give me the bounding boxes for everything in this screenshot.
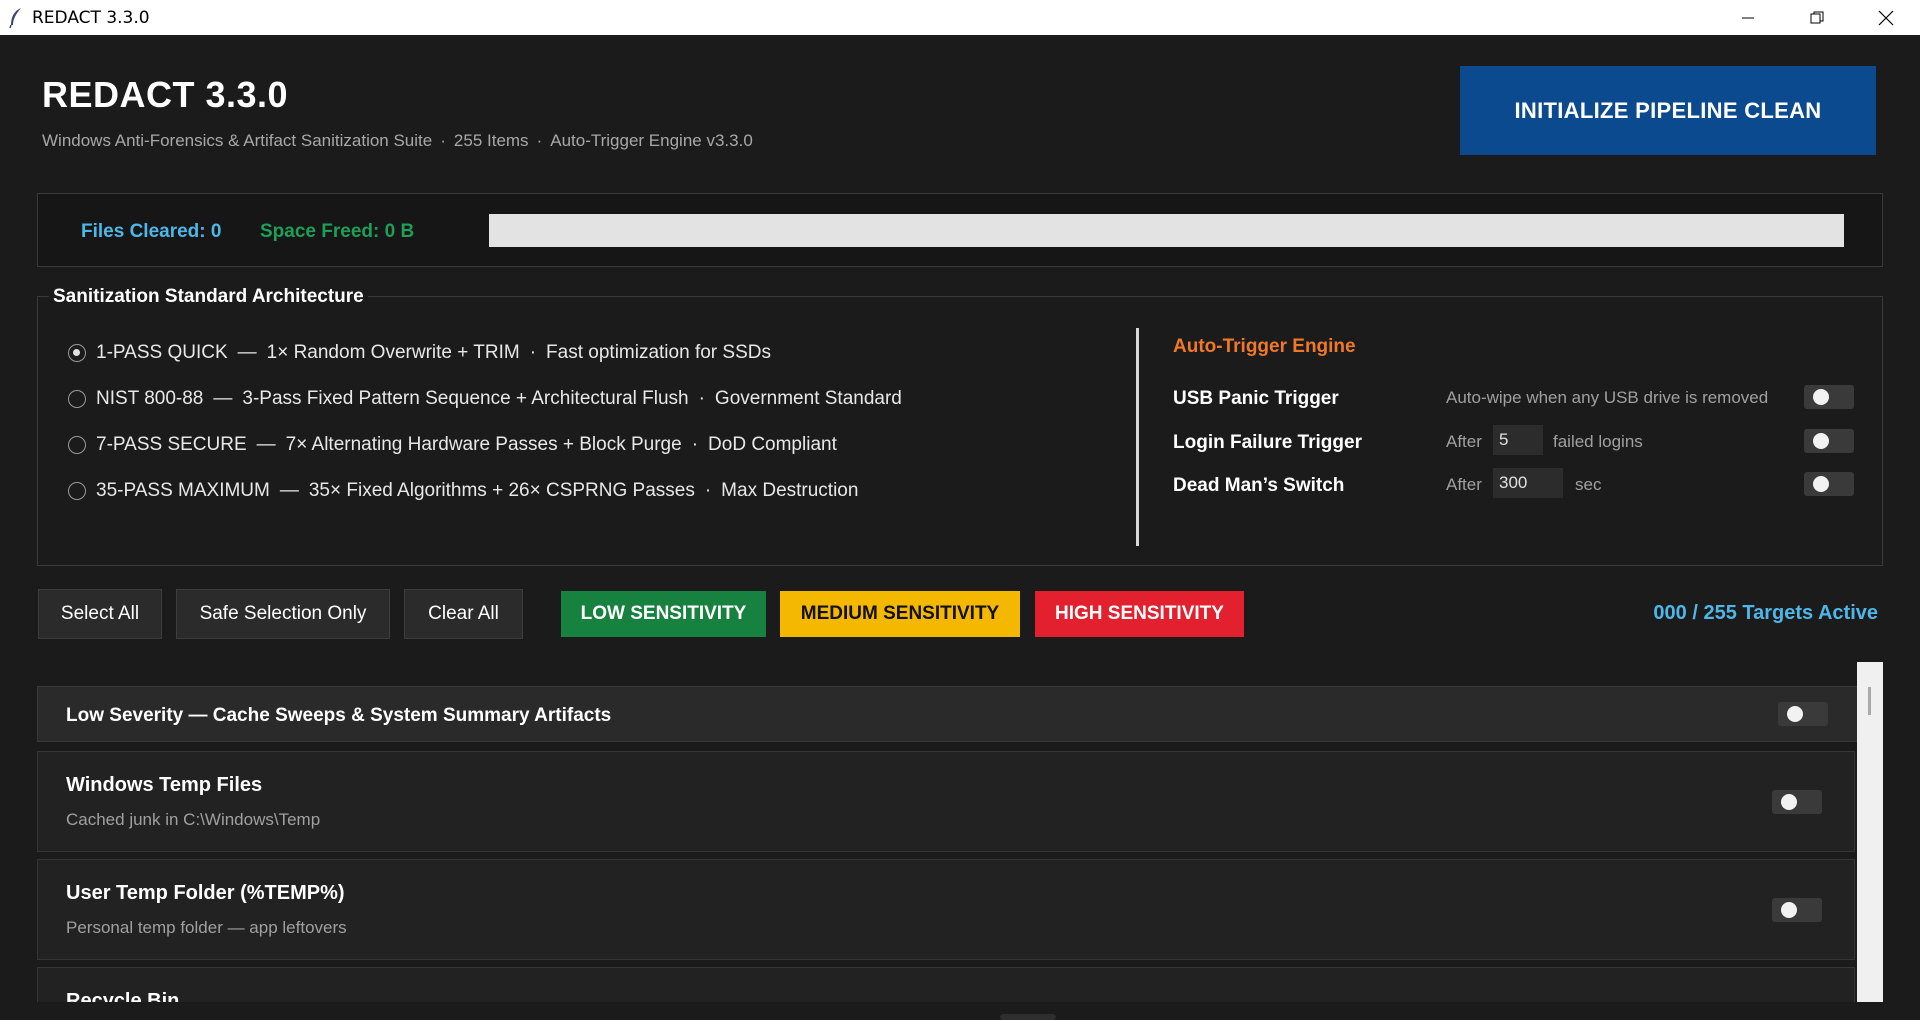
subtitle-separator: ·: [440, 131, 446, 150]
select-all-button[interactable]: Select All: [38, 589, 162, 639]
option-name: 1-PASS QUICK: [96, 342, 228, 363]
subtitle-items: 255 Items: [453, 131, 529, 150]
option-detail: 35× Fixed Algorithms + 26× CSPRNG Passes: [308, 480, 695, 501]
option-detail: 7× Alternating Hardware Passes + Block P…: [285, 434, 682, 455]
radio-button[interactable]: [68, 482, 86, 500]
high-sensitivity-button[interactable]: HIGH SENSITIVITY: [1035, 591, 1244, 637]
stats-panel: Files Cleared: 0 Space Freed: 0 B: [37, 193, 1883, 267]
close-icon: [1878, 10, 1893, 25]
item-toggle[interactable]: [1772, 790, 1822, 814]
targets-list: Low Severity — Cache Sweeps & System Sum…: [37, 662, 1883, 1002]
architecture-legend: Sanitization Standard Architecture: [49, 286, 368, 308]
radio-button[interactable]: [68, 344, 86, 362]
group-title: Low Severity — Cache Sweeps & System Sum…: [66, 705, 612, 726]
initialize-pipeline-button[interactable]: INITIALIZE PIPELINE CLEAN: [1460, 66, 1876, 155]
item-desc: Personal temp folder — app leftovers: [66, 918, 347, 937]
app-subtitle: Windows Anti-Forensics & Artifact Saniti…: [42, 131, 753, 151]
toggle-knob: [1781, 902, 1797, 918]
option-dash: —: [213, 388, 233, 409]
option-note: DoD Compliant: [708, 434, 837, 455]
option-dot: ·: [529, 342, 537, 363]
standard-option-7pass[interactable]: 7-PASS SECURE — 7× Alternating Hardware …: [68, 434, 837, 456]
toggle-knob: [1781, 794, 1797, 810]
clear-all-button[interactable]: Clear All: [404, 589, 523, 639]
dead-mans-switch-prefix: After: [1446, 475, 1482, 494]
scrollbar-thumb[interactable]: [1868, 687, 1871, 715]
restore-icon: [1810, 11, 1823, 23]
option-note: Max Destruction: [721, 480, 859, 501]
option-note: Fast optimization for SSDs: [546, 342, 771, 363]
dead-mans-switch-seconds-input[interactable]: 300: [1493, 468, 1563, 498]
dead-mans-switch-toggle[interactable]: [1804, 472, 1854, 496]
option-detail: 1× Random Overwrite + TRIM: [266, 342, 520, 363]
list-item[interactable]: Recycle Bin: [37, 967, 1855, 1002]
radio-button[interactable]: [68, 390, 86, 408]
option-dot: ·: [704, 480, 712, 501]
option-name: 7-PASS SECURE: [96, 434, 247, 455]
toggle-knob: [1813, 389, 1829, 405]
window-titlebar: REDACT 3.3.0: [0, 0, 1920, 35]
targets-active-counter: 000 / 255 Targets Active: [1653, 602, 1878, 624]
minimize-button[interactable]: [1713, 0, 1782, 35]
feather-icon: [9, 7, 21, 28]
progress-bar: [489, 214, 1844, 247]
option-name: NIST 800-88: [96, 388, 204, 409]
option-name: 35-PASS MAXIMUM: [96, 480, 270, 501]
toggle-knob: [1813, 433, 1829, 449]
severity-group-header[interactable]: Low Severity — Cache Sweeps & System Sum…: [37, 686, 1864, 742]
item-name: Recycle Bin: [66, 990, 180, 1002]
low-sensitivity-button[interactable]: LOW SENSITIVITY: [561, 591, 766, 637]
item-name: Windows Temp Files: [66, 774, 263, 796]
subtitle-separator: ·: [536, 131, 543, 150]
item-toggle[interactable]: [1772, 898, 1822, 922]
option-dash: —: [237, 342, 257, 363]
login-failure-toggle[interactable]: [1804, 429, 1854, 453]
option-dot: ·: [691, 434, 699, 455]
radio-button[interactable]: [68, 436, 86, 454]
standard-option-1pass[interactable]: 1-PASS QUICK — 1× Random Overwrite + TRI…: [68, 342, 771, 364]
space-freed-label: Space Freed: 0 B: [260, 221, 415, 242]
app-title: REDACT 3.3.0: [42, 74, 289, 115]
resize-handle[interactable]: [1000, 1014, 1056, 1020]
standard-option-nist[interactable]: NIST 800-88 — 3-Pass Fixed Pattern Seque…: [68, 388, 902, 410]
files-cleared-label: Files Cleared: 0: [81, 221, 222, 242]
login-failure-unit: failed logins: [1553, 432, 1643, 451]
option-dash: —: [279, 480, 299, 501]
list-item[interactable]: Windows Temp Files Cached junk in C:\Win…: [37, 751, 1855, 852]
window-title: REDACT 3.3.0: [32, 7, 150, 28]
option-note: Government Standard: [714, 388, 902, 409]
architecture-panel: [37, 296, 1883, 566]
dead-mans-switch-unit: sec: [1575, 475, 1602, 494]
panel-divider: [1136, 328, 1139, 546]
standard-option-35pass[interactable]: 35-PASS MAXIMUM — 35× Fixed Algorithms +…: [68, 480, 858, 502]
subtitle-suite: Windows Anti-Forensics & Artifact Saniti…: [42, 131, 433, 150]
item-desc: Cached junk in C:\Windows\Temp: [66, 810, 321, 829]
login-failure-label: Login Failure Trigger: [1173, 432, 1362, 453]
auto-trigger-title: Auto-Trigger Engine: [1173, 336, 1356, 357]
option-detail: 3-Pass Fixed Pattern Sequence + Architec…: [242, 388, 689, 409]
usb-panic-label: USB Panic Trigger: [1173, 388, 1339, 409]
list-scrollbar[interactable]: [1857, 662, 1883, 1002]
usb-panic-desc: Auto-wipe when any USB drive is removed: [1446, 388, 1769, 407]
toggle-knob: [1787, 706, 1803, 722]
toggle-knob: [1813, 476, 1829, 492]
item-name: User Temp Folder (%TEMP%): [66, 882, 345, 904]
minimize-icon: [1741, 17, 1754, 18]
medium-sensitivity-button[interactable]: MEDIUM SENSITIVITY: [780, 591, 1020, 637]
close-button[interactable]: [1851, 0, 1920, 35]
subtitle-engine: Auto-Trigger Engine v3.3.0: [550, 131, 753, 150]
usb-panic-toggle[interactable]: [1804, 385, 1854, 409]
restore-button[interactable]: [1782, 0, 1851, 35]
option-dot: ·: [698, 388, 705, 409]
group-toggle[interactable]: [1778, 702, 1828, 726]
login-failure-count-input[interactable]: 5: [1493, 425, 1543, 455]
login-failure-prefix: After: [1446, 432, 1482, 451]
safe-selection-button[interactable]: Safe Selection Only: [176, 589, 390, 639]
list-item[interactable]: User Temp Folder (%TEMP%) Personal temp …: [37, 859, 1855, 960]
option-dash: —: [256, 434, 276, 455]
dead-mans-switch-label: Dead Man’s Switch: [1173, 475, 1345, 496]
